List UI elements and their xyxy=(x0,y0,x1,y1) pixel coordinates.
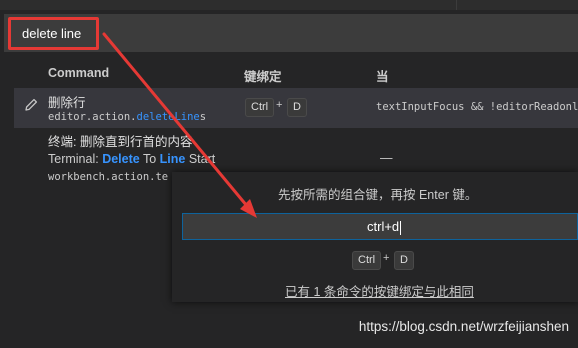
keybinding-capture-input[interactable]: ctrl+d xyxy=(182,213,578,240)
keycap-ctrl: Ctrl xyxy=(245,98,275,117)
watermark-text: https://blog.csdn.net/wrzfeijianshen xyxy=(358,319,569,334)
keybinding-empty: — xyxy=(380,151,393,165)
alias-highlight-delete: Delete xyxy=(102,152,140,166)
keybinding-search-input[interactable]: delete line xyxy=(8,17,99,50)
tab-separator xyxy=(456,0,457,10)
conflict-link[interactable]: 已有 1 条命令的按键绑定与此相同 xyxy=(285,281,474,300)
keycap-d: D xyxy=(287,98,307,117)
command-title: 删除行 xyxy=(48,96,86,110)
dialog-prompt: 先按所需的组合键，再按 Enter 键。 xyxy=(278,188,478,202)
column-header-keybinding[interactable]: 键绑定 xyxy=(244,66,282,85)
keycap-d: D xyxy=(394,251,414,270)
key-plus: + xyxy=(383,252,390,264)
command-alias: Terminal: Delete To Line Start xyxy=(48,152,216,166)
command-id-highlight: deleteLine xyxy=(136,111,200,123)
edit-pencil-icon[interactable] xyxy=(23,97,39,113)
command-id: editor.action.deleteLines xyxy=(48,111,207,123)
command-title: 终端: 删除直到行首的内容 xyxy=(48,135,193,149)
alias-highlight-line: Line xyxy=(159,152,186,166)
column-header-command[interactable]: Command xyxy=(48,66,109,80)
column-header-when[interactable]: 当 xyxy=(376,66,389,85)
editor-tab-strip xyxy=(0,0,578,10)
key-plus: + xyxy=(276,99,283,111)
when-clause: textInputFocus && !editorReadonly xyxy=(376,101,578,113)
text-caret xyxy=(400,220,402,235)
keycap-ctrl: Ctrl xyxy=(352,251,382,270)
command-id: workbench.action.te xyxy=(48,171,169,183)
